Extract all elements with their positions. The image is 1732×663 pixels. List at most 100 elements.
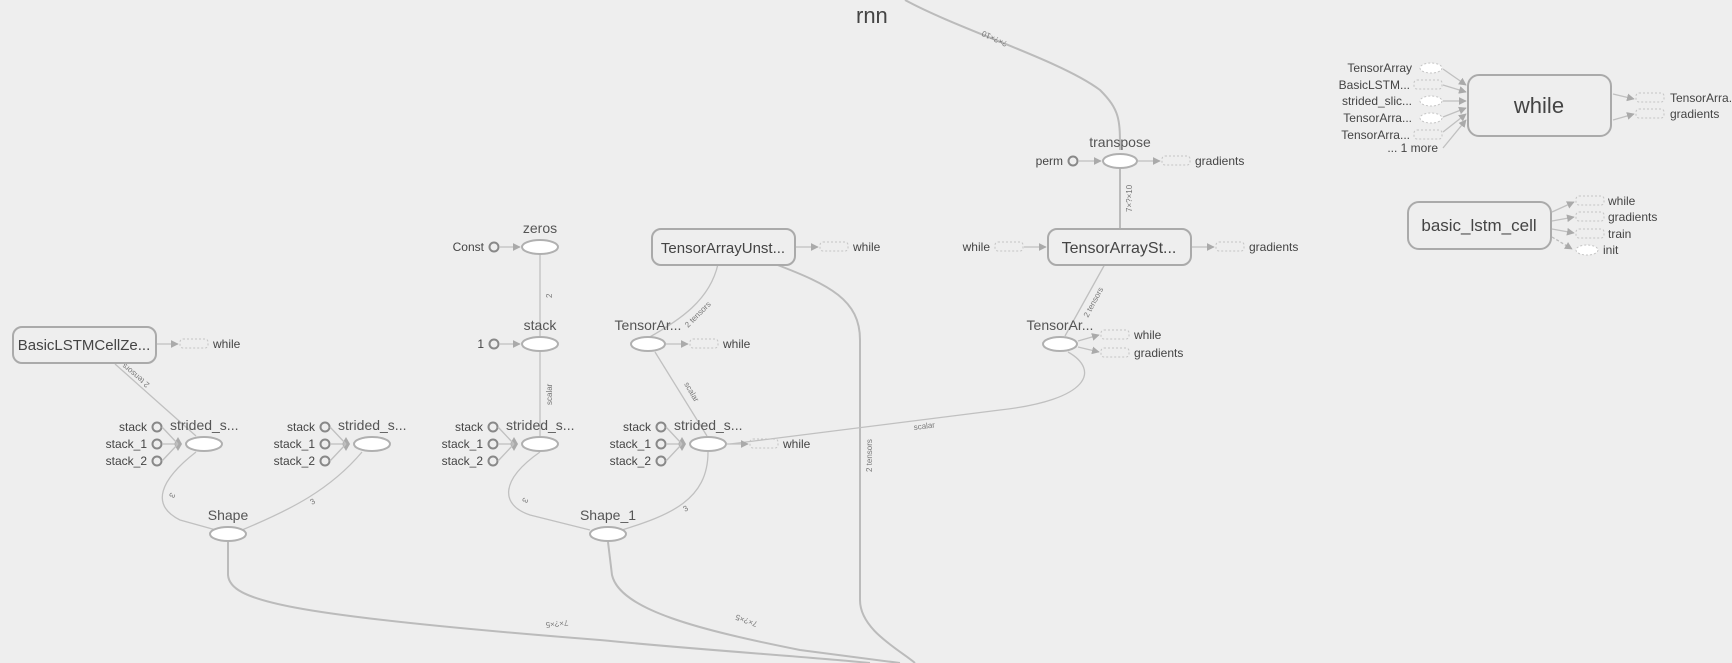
svg-text:TensorArra...: TensorArra... (1343, 111, 1412, 125)
svg-text:stack: stack (455, 420, 484, 434)
output-stub-icon (1575, 195, 1605, 206)
edge-label: 3 (167, 491, 177, 500)
while-output[interactable]: gradients (1612, 107, 1719, 121)
tensorarray-stack-input[interactable]: while (962, 240, 1047, 254)
output-stub-icon (819, 241, 849, 252)
output-stub-icon (1635, 108, 1665, 119)
perm-input[interactable]: perm (1036, 154, 1102, 168)
output-stub-icon (689, 338, 719, 349)
svg-text:TensorArray: TensorArray (1347, 61, 1412, 75)
while-input[interactable]: BasicLSTM... (1339, 78, 1467, 94)
edge-label: 7×?×5 (545, 618, 569, 629)
one-input[interactable]: 1 (477, 337, 521, 351)
tensorarray-stack-node[interactable]: TensorArraySt... (1047, 228, 1192, 266)
transpose-node[interactable]: transpose (1089, 134, 1151, 169)
basic-lstm-cell-node[interactable]: basic_lstm_cell (1407, 201, 1552, 250)
svg-text:TensorArrayUnst...: TensorArrayUnst... (661, 240, 785, 257)
edge-rnn-transpose (904, 0, 1121, 151)
edge-strided3-shape1 (507, 451, 591, 531)
const-icon (319, 421, 331, 433)
const-icon (151, 455, 163, 467)
transpose-output[interactable]: gradients (1138, 154, 1244, 168)
svg-text:perm: perm (1036, 154, 1063, 168)
svg-text:Const: Const (453, 240, 485, 254)
const-icon (655, 438, 667, 450)
svg-text:stack_1: stack_1 (106, 437, 148, 451)
svg-text:gradients: gradients (1670, 107, 1719, 121)
svg-text:gradients: gradients (1195, 154, 1244, 168)
while-input[interactable]: strided_slic... (1342, 94, 1467, 108)
zeros-node[interactable]: zeros (521, 220, 559, 255)
svg-text:TensorAr...: TensorAr... (615, 317, 682, 333)
tensorar-right-node[interactable]: TensorAr... (1027, 317, 1094, 352)
lstm-output[interactable]: train (1551, 227, 1631, 241)
while-node[interactable]: while (1467, 74, 1612, 137)
input-stub-icon (1413, 129, 1443, 140)
svg-text:strided_s...: strided_s... (506, 417, 574, 433)
svg-text:TensorArra...: TensorArra... (1670, 91, 1732, 105)
const-icon (319, 438, 331, 450)
const-icon (655, 421, 667, 433)
svg-text:1: 1 (477, 337, 484, 351)
tensorar-left-node[interactable]: TensorAr... (615, 317, 682, 352)
tensorarray-unstack-node[interactable]: TensorArrayUnst... (651, 228, 796, 266)
svg-text:stack: stack (623, 420, 652, 434)
while-output[interactable]: TensorArra... (1612, 91, 1732, 105)
const-icon (1067, 155, 1079, 167)
const-icon (488, 338, 500, 350)
output-stub-icon (1635, 92, 1665, 103)
tensorarray-unstack-output[interactable]: while (796, 240, 881, 254)
edge-label: 2 tensors (865, 439, 874, 472)
svg-text:while: while (852, 240, 881, 254)
shape-1-node[interactable]: Shape_1 (580, 507, 636, 542)
svg-text:while: while (722, 337, 751, 351)
svg-text:gradients: gradients (1134, 346, 1183, 360)
edge-label: scalar (913, 420, 936, 432)
const-icon (151, 421, 163, 433)
const-input[interactable]: Const (453, 240, 521, 254)
edge-tensorar-right-strided (729, 351, 1086, 445)
edge-label: 2 tensors (120, 361, 151, 389)
basiclstm-zero-state-node[interactable]: BasicLSTMCellZe... (12, 326, 157, 364)
svg-text:stack: stack (119, 420, 148, 434)
strided-input[interactable]: stack_1 (442, 437, 514, 451)
input-stub-icon (1419, 95, 1443, 107)
strided-slice-node[interactable]: strided_s... stack stack_1 stack_2 (442, 417, 575, 468)
svg-text:strided_s...: strided_s... (674, 417, 742, 433)
op-node-icon (353, 436, 391, 452)
output-stub-icon (1215, 241, 1245, 252)
tensorar-left-output[interactable]: while (666, 337, 751, 351)
edge-label: 3 (309, 496, 318, 506)
shape-node[interactable]: Shape (208, 507, 249, 542)
graph-canvas[interactable]: ?×?×10 7×?×10 2 scalar 2 tensors 2 tenso… (0, 0, 1732, 663)
basiclstm-zero-state-output[interactable]: while (157, 337, 241, 351)
strided-input[interactable]: stack_1 (274, 437, 346, 451)
svg-text:init: init (1603, 243, 1619, 257)
tensorar-right-outputs: while gradients (1077, 328, 1183, 360)
const-icon (487, 421, 499, 433)
input-stub-icon (1419, 62, 1443, 74)
lstm-output[interactable]: gradients (1551, 210, 1657, 224)
edge-label: 2 (545, 293, 554, 298)
strided-input[interactable]: stack_1 (610, 437, 682, 451)
while-input[interactable]: TensorArra... (1343, 106, 1467, 125)
output-stub-icon (1100, 347, 1130, 358)
svg-text:train: train (1608, 227, 1631, 241)
strided-slice-node[interactable]: strided_s... stack stack_1 stack_2 (274, 417, 407, 468)
edge-label: 3 (682, 503, 691, 513)
strided-input[interactable]: stack_1 (106, 437, 178, 451)
while-outputs: TensorArra... gradients (1612, 91, 1732, 121)
const-icon (151, 438, 163, 450)
op-node-icon (689, 436, 727, 452)
svg-text:stack_1: stack_1 (442, 437, 484, 451)
edge-label: scalar (545, 383, 554, 405)
svg-text:transpose: transpose (1089, 134, 1151, 150)
strided-slice-node[interactable]: strided_s... stack stack_1 stack_2 (106, 417, 239, 468)
tensorar-output[interactable]: gradients (1077, 346, 1183, 360)
svg-text:Shape: Shape (208, 507, 249, 523)
const-icon (655, 455, 667, 467)
basic-lstm-cell-outputs: while gradients train init (1551, 194, 1657, 257)
tensorarray-stack-output[interactable]: gradients (1192, 240, 1298, 254)
svg-text:while: while (1133, 328, 1162, 342)
strided-slice-node[interactable]: strided_s... stack stack_1 stack_2 (610, 417, 743, 468)
